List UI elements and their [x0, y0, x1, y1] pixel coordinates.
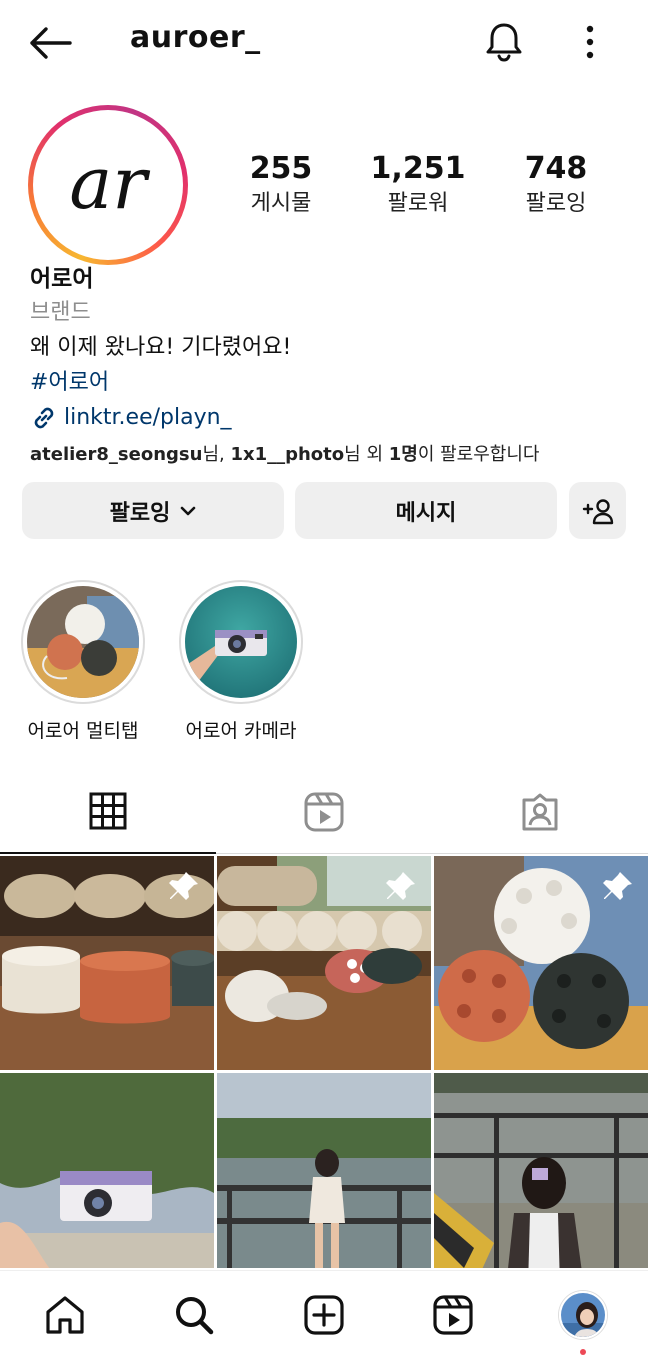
followed-by-count: 1명: [388, 444, 418, 465]
home-icon: [46, 1296, 84, 1334]
bell-icon: [486, 23, 522, 62]
followers-count: 1,251: [370, 151, 466, 186]
create-post-icon: [304, 1295, 344, 1335]
pinned-post-icon: [169, 872, 198, 900]
highlight-label: 어로어 카메라: [185, 720, 297, 742]
profile-link-text: linktr.ee/playn_: [64, 405, 232, 430]
following-count: 748: [524, 151, 588, 186]
story-highlight[interactable]: 어로어 멀티탭: [13, 580, 153, 743]
post-thumbnail[interactable]: [0, 1073, 214, 1268]
story-highlight[interactable]: 어로어 카메라: [171, 580, 311, 743]
post-thumbnail[interactable]: [434, 1073, 648, 1268]
followers-label: 팔로워: [387, 191, 449, 216]
tab-reels[interactable]: [216, 770, 432, 854]
profile-category: 브랜드: [30, 300, 91, 325]
posts-count: 255: [249, 151, 313, 186]
following-button[interactable]: 팔로잉: [22, 482, 284, 539]
profile-display-name: 어로어: [30, 266, 94, 292]
more-vertical-icon: [586, 25, 594, 59]
pinned-post-icon: [603, 872, 632, 900]
followed-by-sep-3: 이 팔로우합니다: [417, 444, 540, 465]
following-count-stat[interactable]: 748 팔로잉: [491, 150, 621, 220]
reels-icon: [304, 792, 344, 832]
followed-by-user-2: 1x1__photo: [230, 444, 345, 465]
brand-logo-icon: ar: [69, 150, 150, 220]
profile-avatar-story-ring[interactable]: ar: [28, 105, 188, 265]
back-button[interactable]: [26, 22, 74, 64]
notifications-button[interactable]: [480, 18, 528, 66]
nav-home[interactable]: [37, 1289, 93, 1341]
tagged-user-icon: [522, 793, 558, 831]
post-thumbnail[interactable]: [217, 856, 431, 1070]
followed-by-sep-2: 님 외: [344, 444, 389, 465]
profile-hashtag-link[interactable]: #어로어: [30, 366, 630, 400]
followed-by-sep-1: 님,: [202, 444, 231, 465]
link-icon: [34, 407, 54, 429]
nav-reels[interactable]: [425, 1289, 481, 1341]
followed-by-user-1: atelier8_seongsu: [30, 444, 203, 465]
suggested-users-button[interactable]: [569, 482, 626, 539]
reels-icon: [433, 1295, 473, 1335]
profile-username: auroer_: [130, 20, 261, 55]
posts-label: 게시물: [250, 191, 312, 216]
highlight-cover-multitap: [27, 586, 139, 698]
following-button-label: 팔로잉: [109, 500, 171, 526]
tab-tagged[interactable]: [432, 770, 648, 854]
brand-logo-text: ar: [69, 150, 150, 220]
chevron-down-icon: [181, 506, 196, 515]
nav-search[interactable]: [166, 1289, 222, 1341]
highlight-label: 어로어 멀티탭: [27, 720, 139, 742]
profile-external-link[interactable]: linktr.ee/playn_: [30, 400, 630, 436]
posts-grid: [0, 856, 648, 1268]
pinned-post-icon: [386, 872, 415, 900]
notification-dot: [580, 1349, 586, 1355]
message-button[interactable]: 메시지: [295, 482, 557, 539]
back-arrow-icon: [30, 27, 72, 59]
post-thumbnail[interactable]: [217, 1073, 431, 1268]
following-label: 팔로잉: [525, 191, 587, 216]
profile-tabs: [0, 770, 648, 854]
post-thumbnail[interactable]: [0, 856, 214, 1070]
nav-create[interactable]: [296, 1289, 352, 1341]
followers-count-stat[interactable]: 1,251 팔로워: [353, 150, 483, 220]
nav-profile[interactable]: [555, 1289, 611, 1341]
top-bar: auroer_: [0, 0, 648, 88]
message-button-label: 메시지: [395, 500, 457, 526]
bottom-navigation: [0, 1270, 648, 1359]
posts-count-stat[interactable]: 255 게시물: [216, 150, 346, 220]
add-user-icon: [582, 498, 613, 524]
profile-avatar-icon: [559, 1291, 607, 1339]
tab-posts-grid[interactable]: [0, 770, 216, 854]
more-options-button[interactable]: [568, 18, 612, 66]
highlight-cover-camera: [185, 586, 297, 698]
profile-bio: 어로어 브랜드 왜 이제 왔나요! 기다렸어요! #어로어 linktr.ee/…: [30, 262, 630, 472]
profile-avatar: ar: [38, 115, 178, 255]
grid-icon: [89, 792, 127, 830]
post-thumbnail[interactable]: [434, 856, 648, 1070]
followed-by-text[interactable]: atelier8_seongsu님, 1x1__photo님 외 1명이 팔로우…: [30, 438, 630, 472]
search-icon: [176, 1297, 214, 1335]
profile-tagline: 왜 이제 왔나요! 기다렸어요!: [30, 335, 292, 360]
